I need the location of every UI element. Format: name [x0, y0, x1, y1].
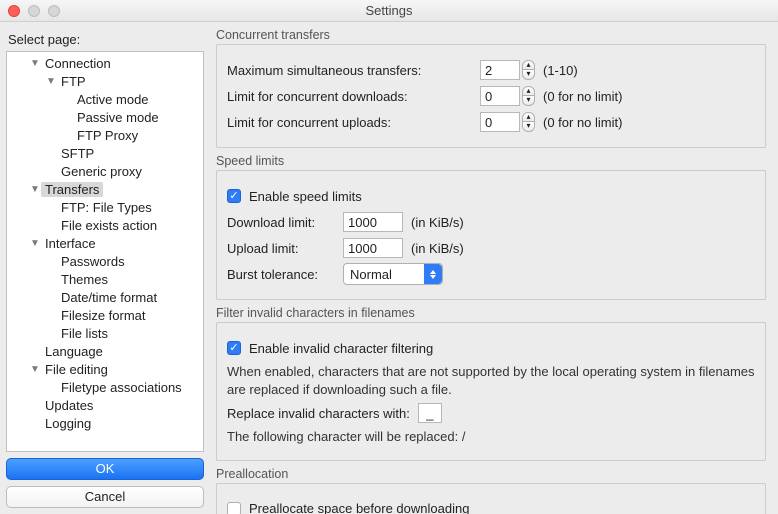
filter-footer-text: The following character will be replaced…	[227, 428, 755, 446]
tree-item[interactable]: File exists action	[7, 216, 203, 234]
tree-item-label: Passwords	[57, 254, 129, 269]
tree-item-label: Themes	[57, 272, 112, 287]
tree-item-label: Active mode	[73, 92, 153, 107]
concurrent-uploads-label: Limit for concurrent uploads:	[227, 115, 472, 130]
tree-item-label: Passive mode	[73, 110, 163, 125]
tree-item[interactable]: Language	[7, 342, 203, 360]
tree-item-label: File lists	[57, 326, 112, 341]
tree-item[interactable]: Active mode	[7, 90, 203, 108]
disclosure-triangle-icon[interactable]: ▼	[29, 58, 41, 69]
tree-item[interactable]: ▼File editing	[7, 360, 203, 378]
concurrent-downloads-stepper[interactable]: ▴▾	[522, 86, 535, 106]
concurrent-uploads-input[interactable]	[480, 112, 520, 132]
group-prealloc-title: Preallocation	[216, 467, 766, 481]
enable-speed-limits-checkbox[interactable]	[227, 189, 241, 203]
tree-item[interactable]: FTP: File Types	[7, 198, 203, 216]
concurrent-downloads-input[interactable]	[480, 86, 520, 106]
preallocate-label: Preallocate space before downloading	[249, 501, 469, 514]
tree-item-label: Language	[41, 344, 107, 359]
tree-item[interactable]: SFTP	[7, 144, 203, 162]
download-limit-unit: (in KiB/s)	[411, 215, 464, 230]
replace-char-label: Replace invalid characters with:	[227, 406, 410, 421]
zoom-icon	[48, 5, 60, 17]
tree-item[interactable]: Passive mode	[7, 108, 203, 126]
disclosure-triangle-icon[interactable]: ▼	[29, 238, 41, 249]
sidebar: Select page: ▼Connection▼FTPActive modeP…	[0, 22, 210, 514]
burst-tolerance-value: Normal	[350, 267, 392, 282]
replace-char-input[interactable]	[418, 403, 442, 423]
disclosure-triangle-icon[interactable]: ▼	[29, 184, 41, 195]
burst-tolerance-select[interactable]: Normal	[343, 263, 443, 285]
tree-item[interactable]: ▼Connection	[7, 54, 203, 72]
tree-item[interactable]: ▼Transfers	[7, 180, 203, 198]
max-transfers-label: Maximum simultaneous transfers:	[227, 63, 472, 78]
concurrent-downloads-hint: (0 for no limit)	[543, 89, 622, 104]
filter-help-text: When enabled, characters that are not su…	[227, 363, 755, 398]
upload-limit-unit: (in KiB/s)	[411, 241, 464, 256]
titlebar: Settings	[0, 0, 778, 22]
group-concurrent-title: Concurrent transfers	[216, 28, 766, 42]
concurrent-uploads-stepper[interactable]: ▴▾	[522, 112, 535, 132]
cancel-button[interactable]: Cancel	[6, 486, 204, 508]
enable-filter-checkbox[interactable]	[227, 341, 241, 355]
minimize-icon	[28, 5, 40, 17]
preallocate-checkbox[interactable]	[227, 502, 241, 514]
tree-item-label: Interface	[41, 236, 100, 251]
download-limit-label: Download limit:	[227, 215, 335, 230]
disclosure-triangle-icon[interactable]: ▼	[45, 76, 57, 87]
settings-panel: Concurrent transfers Maximum simultaneou…	[210, 22, 778, 514]
tree-item-label: File exists action	[57, 218, 161, 233]
tree-item-label: Generic proxy	[57, 164, 146, 179]
tree-item[interactable]: ▼Interface	[7, 234, 203, 252]
tree-item-label: FTP	[57, 74, 90, 89]
tree-item[interactable]: ▼FTP	[7, 72, 203, 90]
tree-item[interactable]: Filetype associations	[7, 378, 203, 396]
burst-tolerance-label: Burst tolerance:	[227, 267, 335, 282]
tree-item[interactable]: Themes	[7, 270, 203, 288]
tree-item[interactable]: File lists	[7, 324, 203, 342]
sidebar-heading: Select page:	[8, 32, 204, 47]
tree-item-label: Logging	[41, 416, 95, 431]
tree-item[interactable]: Filesize format	[7, 306, 203, 324]
window-title: Settings	[0, 3, 778, 18]
tree-item[interactable]: FTP Proxy	[7, 126, 203, 144]
group-speed-title: Speed limits	[216, 154, 766, 168]
tree-item-label: FTP Proxy	[73, 128, 142, 143]
tree-item-label: Filetype associations	[57, 380, 186, 395]
ok-button[interactable]: OK	[6, 458, 204, 480]
tree-item-label: Date/time format	[57, 290, 161, 305]
tree-item[interactable]: Generic proxy	[7, 162, 203, 180]
group-filter-title: Filter invalid characters in filenames	[216, 306, 766, 320]
settings-tree[interactable]: ▼Connection▼FTPActive modePassive modeFT…	[6, 51, 204, 452]
enable-speed-limits-label: Enable speed limits	[249, 189, 362, 204]
window-controls	[8, 5, 60, 17]
tree-item-label: Connection	[41, 56, 115, 71]
tree-item-label: FTP: File Types	[57, 200, 156, 215]
tree-item-label: Updates	[41, 398, 97, 413]
tree-item-label: File editing	[41, 362, 112, 377]
chevron-updown-icon	[424, 264, 442, 284]
tree-item-label: Filesize format	[57, 308, 150, 323]
concurrent-downloads-label: Limit for concurrent downloads:	[227, 89, 472, 104]
max-transfers-hint: (1-10)	[543, 63, 578, 78]
tree-item[interactable]: Date/time format	[7, 288, 203, 306]
upload-limit-input[interactable]	[343, 238, 403, 258]
max-transfers-stepper[interactable]: ▴▾	[522, 60, 535, 80]
disclosure-triangle-icon[interactable]: ▼	[29, 364, 41, 375]
upload-limit-label: Upload limit:	[227, 241, 335, 256]
tree-item-label: Transfers	[41, 182, 103, 197]
concurrent-uploads-hint: (0 for no limit)	[543, 115, 622, 130]
download-limit-input[interactable]	[343, 212, 403, 232]
enable-filter-label: Enable invalid character filtering	[249, 341, 433, 356]
tree-item-label: SFTP	[57, 146, 98, 161]
tree-item[interactable]: Logging	[7, 414, 203, 432]
tree-item[interactable]: Updates	[7, 396, 203, 414]
tree-item[interactable]: Passwords	[7, 252, 203, 270]
close-icon[interactable]	[8, 5, 20, 17]
max-transfers-input[interactable]	[480, 60, 520, 80]
